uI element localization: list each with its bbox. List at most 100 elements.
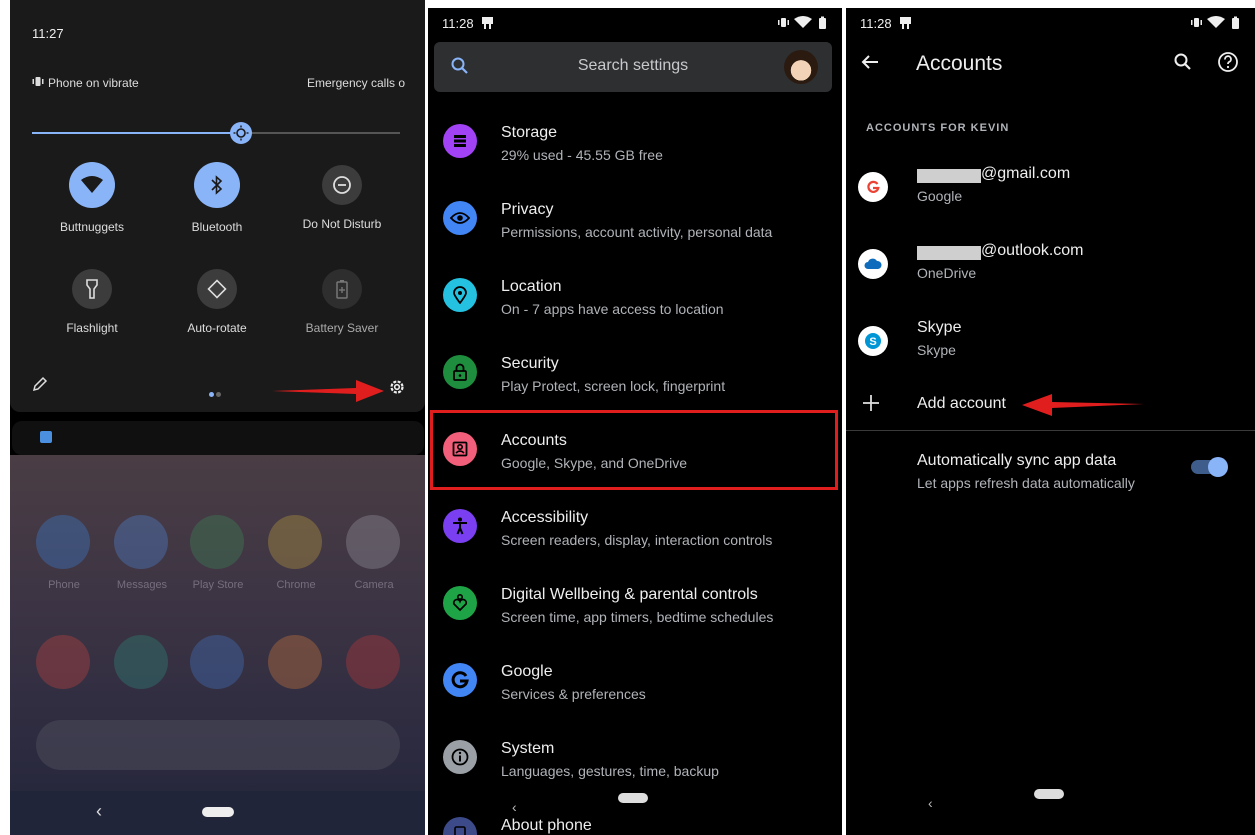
tile-flashlight[interactable]: Flashlight — [32, 266, 152, 335]
help-icon[interactable] — [1217, 51, 1239, 78]
camera-app-icon[interactable] — [346, 515, 400, 569]
settings-item-accounts[interactable]: Accounts Google, Skype, and OneDrive — [428, 418, 842, 488]
navigation-bar: ‹ — [846, 789, 1255, 835]
brightness-slider[interactable] — [32, 122, 400, 144]
status-bar: 11:28 — [860, 16, 1241, 32]
do-not-disturb-icon — [322, 165, 362, 205]
messages-app-icon[interactable] — [114, 515, 168, 569]
settings-item-privacy[interactable]: Privacy Permissions, account activity, p… — [428, 187, 842, 257]
home-pill[interactable] — [618, 793, 648, 803]
settings-item-storage[interactable]: Storage 29% used - 45.55 GB free — [428, 110, 842, 180]
tile-battery-saver[interactable]: Battery Saver — [282, 266, 402, 335]
emergency-calls-label: Emergency calls o — [306, 76, 405, 90]
settings-item-title: Accessibility — [501, 509, 589, 526]
info-icon — [443, 740, 477, 774]
tile-label: Battery Saver — [305, 321, 379, 335]
google-search-bar[interactable] — [36, 720, 400, 770]
home-screen-background: Phone Messages Play Store Chrome Camera — [10, 455, 425, 835]
wellbeing-heart-icon — [443, 586, 477, 620]
quick-settings-screen: Phone Messages Play Store Chrome Camera … — [10, 0, 425, 835]
bluetooth-icon — [194, 162, 240, 208]
page-dot — [216, 392, 221, 397]
play-movies-app-icon[interactable] — [114, 635, 168, 689]
vibrate-icon — [32, 76, 44, 90]
settings-gear-icon[interactable] — [386, 376, 408, 398]
gmail-app-icon[interactable] — [36, 635, 90, 689]
page-indicator — [208, 384, 222, 402]
settings-app-icon[interactable] — [190, 635, 244, 689]
account-provider: OneDrive — [917, 265, 977, 281]
settings-item-digital-wellbeing[interactable]: Digital Wellbeing & parental controls Sc… — [428, 572, 842, 642]
settings-item-location[interactable]: Location On - 7 apps have access to loca… — [428, 264, 842, 334]
account-provider: Skype — [917, 342, 956, 358]
lock-icon — [443, 355, 477, 389]
settings-item-subtitle: Screen time, app timers, bedtime schedul… — [501, 609, 774, 625]
settings-screen: 11:28 Storage 29% used - 45.55 GB free — [428, 8, 842, 835]
settings-item-accessibility[interactable]: Accessibility Screen readers, display, i… — [428, 495, 842, 565]
app-label: Camera — [354, 579, 394, 591]
account-email: @outlook.com — [981, 242, 1084, 259]
account-item-google[interactable]: @gmail.com Google — [846, 158, 1255, 228]
back-chevron-icon[interactable]: ‹ — [512, 799, 517, 815]
storage-icon — [443, 124, 477, 158]
back-chevron-icon[interactable]: ‹ — [96, 801, 102, 822]
redacted-username — [917, 169, 981, 183]
search-icon[interactable] — [450, 56, 470, 81]
settings-item-security[interactable]: Security Play Protect, screen lock, fing… — [428, 341, 842, 411]
settings-item-subtitle: Screen readers, display, interaction con… — [501, 532, 773, 548]
tile-bluetooth[interactable]: Bluetooth — [157, 162, 277, 234]
notification-strip[interactable] — [12, 421, 424, 455]
play-store-app-icon[interactable] — [190, 515, 244, 569]
google-g-icon — [443, 663, 477, 697]
search-settings-bar[interactable] — [434, 42, 832, 92]
app-label: Phone — [48, 579, 80, 591]
settings-item-subtitle: Play Protect, screen lock, fingerprint — [501, 378, 726, 394]
status-time: 11:27 — [32, 26, 64, 41]
youtube-app-icon[interactable] — [346, 635, 400, 689]
flashlight-icon — [72, 269, 112, 309]
brightness-thumb[interactable] — [230, 122, 252, 144]
home-pill[interactable] — [1034, 789, 1064, 799]
account-item-skype[interactable]: S Skype Skype — [846, 312, 1255, 382]
status-time: 11:28 — [442, 16, 474, 31]
status-icons — [778, 16, 828, 32]
settings-item-title: Storage — [501, 124, 558, 141]
toggle-knob — [1208, 457, 1228, 477]
home-pill[interactable] — [202, 807, 234, 817]
phone-app-icon[interactable] — [36, 515, 90, 569]
vibrate-label: Phone on vibrate — [48, 76, 139, 90]
settings-item-title: Accounts — [501, 432, 567, 449]
onedrive-cloud-icon — [858, 249, 888, 279]
account-email: @gmail.com — [981, 165, 1071, 182]
tile-do-not-disturb[interactable]: Do Not Disturb — [282, 162, 402, 231]
tile-wifi[interactable]: Buttnuggets — [32, 162, 152, 234]
back-chevron-icon[interactable]: ‹ — [928, 795, 933, 811]
tile-auto-rotate[interactable]: Auto-rotate — [157, 266, 277, 335]
settings-item-system[interactable]: System Languages, gestures, time, backup — [428, 726, 842, 796]
settings-item-google[interactable]: Google Services & preferences — [428, 649, 842, 719]
edit-pencil-icon[interactable] — [32, 376, 48, 397]
brightness-icon — [233, 125, 249, 141]
add-account-label: Add account — [917, 395, 1006, 412]
account-item-onedrive[interactable]: @outlook.com OneDrive — [846, 235, 1255, 305]
sync-title: Automatically sync app data — [917, 452, 1117, 469]
status-row: Phone on vibrate Emergency calls o — [32, 76, 405, 94]
notification-icon — [40, 431, 52, 443]
privacy-eye-icon — [443, 201, 477, 235]
back-arrow-icon[interactable] — [860, 52, 880, 77]
search-icon[interactable] — [1173, 52, 1193, 77]
photos-app-icon[interactable] — [268, 635, 322, 689]
chrome-app-icon[interactable] — [268, 515, 322, 569]
auto-sync-row[interactable]: Automatically sync app data Let apps ref… — [846, 448, 1255, 498]
vibrate-status: Phone on vibrate — [32, 76, 139, 90]
avatar[interactable] — [784, 50, 818, 84]
notification-icon — [900, 17, 911, 32]
google-logo-icon — [858, 172, 888, 202]
status-icons — [1191, 16, 1241, 32]
auto-sync-toggle[interactable] — [1191, 457, 1228, 477]
settings-item-title: Privacy — [501, 201, 554, 218]
sync-subtitle: Let apps refresh data automatically — [917, 475, 1135, 491]
settings-item-title: Digital Wellbeing & parental controls — [501, 586, 758, 603]
search-input[interactable] — [494, 55, 772, 77]
red-arrow-annotation — [272, 380, 384, 402]
